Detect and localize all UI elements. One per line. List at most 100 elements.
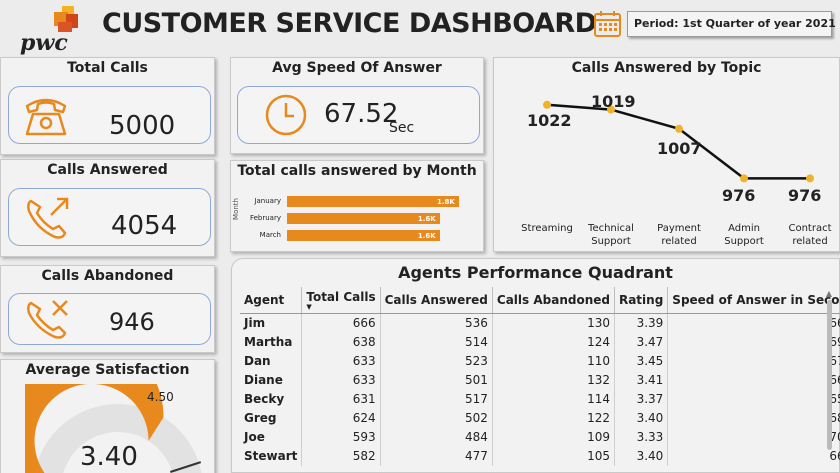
table-cell: 66.34 [667,313,840,333]
table-cell: 3.37 [614,389,669,409]
agents-table: Agent Total Calls ▼ Calls Answered Calls Aba… [240,287,840,466]
table-cell: 124 [492,332,615,352]
table-cell: 514 [380,332,493,352]
table-cell: 3.40 [614,446,669,466]
monthly-chart-card: Total calls answered by Month Month Janu… [230,160,484,252]
topic-category-label: Streaming [512,222,582,235]
table-cell: 109 [492,427,615,447]
avg-speed-title: Avg Speed Of Answer [272,60,442,76]
topic-label-line1: Technical [588,223,634,234]
phone-outgoing-icon [27,197,69,239]
scroll-up-icon[interactable]: ▲ [824,289,834,298]
table-cell: 3.40 [614,408,669,428]
topic-value-label: 1019 [591,91,636,111]
topic-value-label: 976 [722,186,756,206]
agent-name-cell: Dan [240,351,303,371]
topic-chart-card: Calls Answered by Topic 1022 1019 1007 976 9… [493,57,840,252]
avg-speed-value: 67.52 [324,99,399,129]
topic-label-line1: Streaming [521,223,573,234]
table-header-cell[interactable]: Agent [240,287,303,314]
agents-table-wrap: Agent Total Calls ▼ Calls Answered Calls Aba… [240,287,840,466]
month-bar[interactable] [287,196,459,207]
table-row[interactable]: Diane6335011323.4166.27 [240,370,840,390]
table-cell: 631 [301,389,381,409]
month-bar-value: 1.8K [437,198,455,206]
table-cell: 110 [492,351,615,371]
table-row[interactable]: Stewart5824771053.4066.18 [240,446,840,466]
calls-answered-card: Calls Answered 4054 [0,159,215,257]
table-row[interactable]: Jim6665361303.3966.34 [240,313,840,333]
agents-title: Agents Performance Quadrant [398,263,673,282]
table-cell: 502 [380,408,493,428]
table-cell: 66.27 [667,370,840,390]
table-cell: 3.45 [614,351,669,371]
table-cell: 66.18 [667,446,840,466]
table-cell: 65.33 [667,389,840,409]
topic-point[interactable] [675,124,683,133]
calls-answered-value: 4054 [111,211,178,241]
table-row[interactable]: Martha6385141243.4769.49 [240,332,840,352]
table-row[interactable]: Greg6245021223.4068.44 [240,408,840,428]
topic-point[interactable] [806,174,814,183]
satisfaction-value: 3.40 [80,442,138,472]
agent-name-cell: Diane [240,370,303,390]
pwc-logo: pwc [18,4,88,56]
table-header-cell[interactable]: Total Calls ▼ [301,287,381,314]
topic-label-line1: Contract [788,223,832,234]
table-header-cell[interactable]: Calls Answered [380,287,493,314]
topic-category-label: Admin Support [709,222,779,248]
topic-value-label: 1007 [657,138,702,158]
table-cell: 638 [301,332,381,352]
table-header-cell[interactable]: Calls Abandoned [492,287,615,314]
phone-missed-icon [27,300,68,339]
table-cell: 501 [380,370,493,390]
agent-name-cell: Becky [240,389,303,409]
month-bar-value: 1.6K [417,232,436,240]
month-label: February [249,214,281,222]
table-cell: 69.49 [667,332,840,352]
topic-value-label: 976 [788,186,822,206]
total-calls-title: Total Calls [67,60,148,76]
topic-label-line2: related [792,236,828,247]
avg-speed-inner: 67.52 Sec [237,86,480,144]
table-cell: 70.99 [667,427,840,447]
scroll-thumb[interactable] [826,300,832,450]
satisfaction-card: Average Satisfaction 4.50 3.40 [0,359,215,473]
topic-point[interactable] [543,100,551,109]
table-cell: 633 [301,351,381,371]
month-label: January [254,197,281,205]
monthly-chart-title: Total calls answered by Month [237,163,477,179]
total-calls-value: 5000 [109,111,176,141]
table-cell: 67.28 [667,351,840,371]
pwc-logo-text: pwc [20,30,68,56]
total-calls-inner: 5000 [8,86,211,144]
avg-speed-card: Avg Speed Of Answer 67.52 Sec [230,57,484,154]
table-cell: 114 [492,389,615,409]
table-header-cell[interactable]: Rating [614,287,669,314]
table-scrollbar[interactable]: ▲ [824,289,834,469]
calls-abandoned-value: 946 [109,308,155,336]
table-cell: 130 [492,313,615,333]
table-row[interactable]: Joe5934841093.3370.99 [240,427,840,447]
sort-desc-icon[interactable]: ▼ [306,304,375,311]
topic-category-label: Contract related [775,222,840,248]
table-row[interactable]: Dan6335231103.4567.28 [240,351,840,371]
telephone-icon [25,98,67,136]
table-cell: 3.41 [614,370,669,390]
table-cell: 536 [380,313,493,333]
table-cell: 666 [301,313,381,333]
topic-point[interactable] [740,174,748,183]
agent-name-cell: Jim [240,313,303,333]
table-cell: 122 [492,408,615,428]
table-cell: 523 [380,351,493,371]
avg-speed-unit: Sec [389,120,415,136]
topic-label-line2: Support [591,236,631,247]
calls-abandoned-inner: 946 [8,293,211,345]
topic-label-line2: related [661,236,697,247]
table-cell: 582 [301,446,381,466]
table-header-cell[interactable]: Speed of Answer in Seconds [667,287,840,314]
agent-name-cell: Greg [240,408,303,428]
table-row[interactable]: Becky6315171143.3765.33 [240,389,840,409]
calls-answered-inner: 4054 [8,188,211,246]
month-label: March [259,231,281,239]
